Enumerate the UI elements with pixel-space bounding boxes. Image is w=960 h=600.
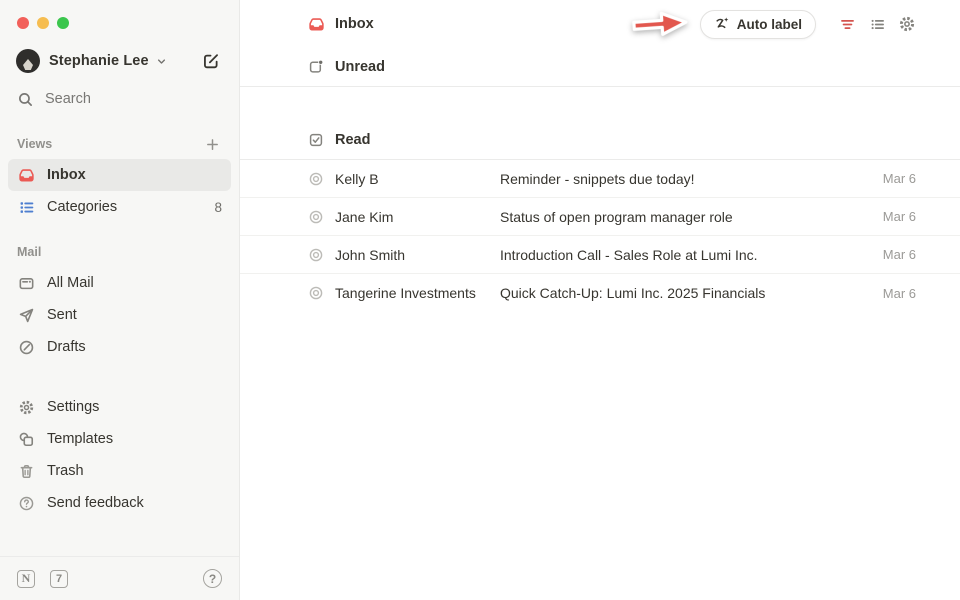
add-view-button[interactable] [202,134,222,154]
email-sender: Kelly B [335,171,500,187]
window-controls [0,0,239,29]
read-status-icon[interactable] [308,285,324,301]
sidebar-item-label: Sent [47,307,77,323]
email-date: Mar 6 [883,247,916,262]
email-subject: Status of open program manager role [500,209,871,225]
chevron-down-icon [155,55,168,68]
sent-icon [17,307,35,324]
search-button[interactable]: Search [0,83,239,115]
settings-icon [17,399,35,416]
account-name: Stephanie Lee [49,53,149,69]
plus-icon [205,137,220,152]
sidebar-footer-bar: N 7 ? [0,556,239,600]
sidebar-item-label: Send feedback [47,495,144,511]
email-subject: Quick Catch-Up: Lumi Inc. 2025 Financial… [500,285,871,301]
email-row[interactable]: Tangerine Investments Quick Catch-Up: Lu… [240,274,960,312]
all-mail-icon [17,275,35,292]
read-status-icon[interactable] [308,209,324,225]
sidebar-item-label: All Mail [47,275,94,291]
sidebar-item-settings[interactable]: Settings [8,391,231,423]
auto-label-label: Auto label [737,17,802,32]
mail-list-pane: Inbox Auto label [240,0,960,600]
read-status-icon[interactable] [308,171,324,187]
templates-icon [17,431,35,448]
gear-icon [898,15,916,33]
help-icon[interactable]: ? [203,569,222,588]
email-sender: Jane Kim [335,209,500,225]
unread-section-header[interactable]: Unread [240,48,960,87]
sidebar-item-categories[interactable]: Categories 8 [8,191,231,223]
email-date: Mar 6 [883,171,916,186]
email-subject: Introduction Call - Sales Role at Lumi I… [500,247,871,263]
categories-count-badge: 8 [214,200,222,215]
search-label: Search [45,91,91,107]
calendar-icon[interactable]: 7 [50,570,68,588]
email-row[interactable]: Jane Kim Status of open program manager … [240,198,960,236]
list-view-button[interactable] [868,15,886,33]
inbox-icon [17,167,35,184]
notion-logo-icon[interactable]: N [17,570,35,588]
trash-icon [17,463,35,480]
unread-section-label: Unread [335,59,385,75]
zoom-window-button[interactable] [57,17,69,29]
drafts-icon [17,339,35,356]
email-sender: Tangerine Investments [335,285,500,301]
sidebar-item-trash[interactable]: Trash [8,455,231,487]
auto-label-button[interactable]: Auto label [700,10,816,39]
read-section-header[interactable]: Read [240,121,960,160]
sidebar-item-templates[interactable]: Templates [8,423,231,455]
views-section-header: Views [0,132,239,156]
sidebar-item-all-mail[interactable]: All Mail [8,267,231,299]
search-icon [17,91,34,108]
account-switcher[interactable]: Stephanie Lee [0,45,239,77]
sidebar-item-drafts[interactable]: Drafts [8,331,231,363]
sidebar-item-label: Drafts [47,339,86,355]
inbox-icon [308,16,325,33]
email-date: Mar 6 [883,209,916,224]
auto-label-icon [714,16,730,32]
email-subject: Reminder - snippets due today! [500,171,871,187]
page-title: Inbox [335,16,374,32]
compose-button[interactable] [199,49,223,73]
email-sender: John Smith [335,247,500,263]
read-section-label: Read [335,132,370,148]
sidebar: Stephanie Lee Search Views [0,0,240,600]
email-row[interactable]: Kelly B Reminder - snippets due today! M… [240,160,960,198]
email-date: Mar 6 [883,286,916,301]
sidebar-item-label: Trash [47,463,84,479]
sidebar-item-label: Templates [47,431,113,447]
sidebar-item-label: Settings [47,399,99,415]
sidebar-item-send-feedback[interactable]: Send feedback [8,487,231,519]
view-settings-button[interactable] [898,15,916,33]
sidebar-item-label: Inbox [47,167,86,183]
list-view-icon [869,16,886,33]
minimize-window-button[interactable] [37,17,49,29]
compose-icon [202,52,220,70]
feedback-icon [17,495,35,512]
annotation-arrow [628,5,692,43]
sidebar-item-label: Categories [47,199,117,215]
avatar [16,49,40,73]
close-window-button[interactable] [17,17,29,29]
filter-button[interactable] [838,15,856,33]
categories-icon [17,199,35,216]
mail-section-header: Mail [0,240,239,264]
unread-icon [308,59,324,75]
sidebar-item-sent[interactable]: Sent [8,299,231,331]
inbox-header: Inbox Auto label [240,0,960,48]
read-status-icon[interactable] [308,247,324,263]
sidebar-item-inbox[interactable]: Inbox [8,159,231,191]
filter-icon [839,16,856,33]
email-row[interactable]: John Smith Introduction Call - Sales Rol… [240,236,960,274]
read-checkbox-icon [308,132,324,148]
